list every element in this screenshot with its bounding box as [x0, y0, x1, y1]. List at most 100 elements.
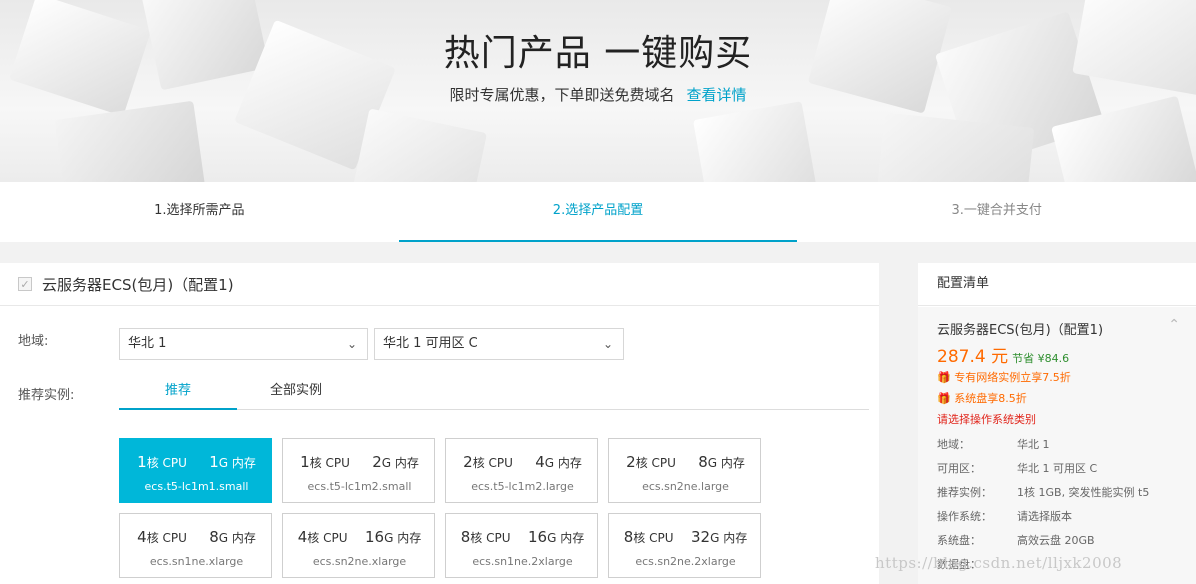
card-mem: 2G 内存 — [372, 453, 419, 471]
watermark: https://blog.csdn.net/lljxk2008 — [875, 554, 1123, 572]
card-spec: 8核 CPU 32G 内存 — [609, 528, 762, 546]
config-panel: ✓ 云服务器ECS(包月)（配置1) 地域: 华北 1 ⌄ 华北 1 可用区 C… — [0, 263, 879, 584]
card-mem: 16G 内存 — [365, 528, 421, 546]
spec-value: 华北 1 可用区 C — [1017, 462, 1098, 475]
chevron-up-icon[interactable]: ⌃ — [1168, 317, 1180, 333]
instance-card[interactable]: 8核 CPU 32G 内存 ecs.sn2ne.2xlarge — [608, 513, 761, 578]
product-title: 云服务器ECS(包月)（配置1) — [42, 275, 234, 294]
card-mem-count: 8 — [698, 453, 708, 471]
decor-cube — [693, 101, 817, 182]
region-select[interactable]: 华北 1 ⌄ — [119, 328, 368, 360]
product-checkbox[interactable]: ✓ — [18, 277, 32, 291]
chevron-down-icon: ⌄ — [602, 337, 613, 351]
price-saving: 节省 ¥84.6 — [1012, 352, 1070, 365]
card-spec: 4核 CPU 8G 内存 — [120, 528, 273, 546]
card-mem-count: 32 — [691, 528, 711, 546]
instance-tabs: 推荐 全部实例 — [119, 376, 869, 410]
card-instance-code: ecs.t5-lc1m2.small — [307, 480, 412, 493]
card-mem-unit: G 内存 — [710, 531, 748, 545]
hero-subtitle-text: 限时专属优惠，下单即送免费域名 — [449, 86, 675, 104]
promo-item: 🎁 系统盘享8.5折 — [937, 390, 1027, 406]
card-cpu-unit: 核 CPU — [472, 456, 513, 470]
card-mem-count: 2 — [372, 453, 382, 471]
card-instance-code: ecs.sn2ne.xlarge — [312, 555, 407, 568]
step-configure-product[interactable]: 2.选择产品配置 — [398, 182, 798, 242]
promo-text: 专有网络实例立享7.5折 — [954, 371, 1071, 384]
card-cpu: 1核 CPU — [137, 453, 187, 471]
region-label: 地域: — [18, 334, 49, 349]
card-cpu: 2核 CPU — [463, 453, 513, 471]
spec-key: 推荐实例： — [937, 486, 992, 499]
instance-card[interactable]: 2核 CPU 4G 内存 ecs.t5-lc1m2.large — [445, 438, 598, 503]
spec-key: 系统盘： — [937, 534, 981, 547]
product-header: ✓ 云服务器ECS(包月)（配置1) — [0, 263, 879, 306]
card-cpu-unit: 核 CPU — [633, 531, 674, 545]
spec-key: 操作系统： — [937, 510, 992, 523]
card-instance-code: ecs.sn2ne.2xlarge — [635, 555, 736, 568]
card-mem-count: 1 — [209, 453, 219, 471]
instance-card[interactable]: 1核 CPU 1G 内存 ecs.t5-lc1m1.small — [119, 438, 272, 503]
tab-all-instances[interactable]: 全部实例 — [237, 376, 355, 410]
summary-price: 287.4 元节省 ¥84.6 — [937, 342, 1069, 367]
view-details-link[interactable]: 查看详情 — [687, 86, 747, 104]
card-cpu-count: 1 — [137, 453, 147, 471]
spec-value: 高效云盘 20GB — [1017, 534, 1095, 547]
card-instance-code: ecs.sn2ne.large — [642, 480, 729, 493]
card-mem-unit: G 内存 — [218, 456, 256, 470]
price-value: 287.4 元 — [937, 347, 1009, 367]
region-select-value: 华北 1 — [128, 336, 167, 351]
card-cpu: 2核 CPU — [626, 453, 676, 471]
gift-icon: 🎁 — [937, 371, 955, 384]
card-cpu: 4核 CPU — [137, 528, 187, 546]
spec-value: 华北 1 — [1017, 438, 1050, 451]
card-mem-count: 16 — [365, 528, 385, 546]
os-warning[interactable]: 请选择操作系统类别 — [937, 411, 1036, 427]
spec-key: 地域： — [937, 438, 970, 451]
hero-banner: 热门产品 一键购买 限时专属优惠，下单即送免费域名 查看详情 — [0, 0, 1196, 182]
spec-value: 请选择版本 — [1017, 510, 1072, 523]
card-cpu-count: 1 — [300, 453, 310, 471]
step-select-product[interactable]: 1.选择所需产品 — [0, 182, 399, 242]
instance-card[interactable]: 4核 CPU 8G 内存 ecs.sn1ne.xlarge — [119, 513, 272, 578]
hero-title: 热门产品 一键购买 — [443, 33, 753, 74]
card-mem: 8G 内存 — [209, 528, 256, 546]
card-cpu-count: 4 — [297, 528, 308, 546]
card-mem-unit: G 内存 — [544, 456, 582, 470]
card-cpu-count: 8 — [460, 528, 471, 546]
card-mem: 4G 内存 — [535, 453, 582, 471]
summary-panel: 配置清单 云服务器ECS(包月)（配置1) ⌃ 287.4 元节省 ¥84.6 … — [918, 263, 1196, 584]
instance-card[interactable]: 2核 CPU 8G 内存 ecs.sn2ne.large — [608, 438, 761, 503]
card-spec: 2核 CPU 8G 内存 — [609, 453, 762, 471]
card-spec: 1核 CPU 1G 内存 — [120, 453, 273, 471]
card-cpu-unit: 核 CPU — [146, 456, 187, 470]
card-cpu: 8核 CPU — [624, 528, 674, 546]
card-cpu-count: 8 — [623, 528, 634, 546]
card-cpu-count: 4 — [137, 528, 147, 546]
summary-body: 云服务器ECS(包月)（配置1) ⌃ 287.4 元节省 ¥84.6 🎁 专有网… — [918, 307, 1196, 584]
card-mem: 32G 内存 — [691, 528, 747, 546]
card-mem-unit: G 内存 — [707, 456, 745, 470]
zone-select-value: 华北 1 可用区 C — [383, 336, 478, 351]
card-mem: 8G 内存 — [698, 453, 745, 471]
step-pay[interactable]: 3.一键合并支付 — [797, 182, 1196, 242]
card-mem-unit: G 内存 — [218, 531, 256, 545]
card-instance-code: ecs.t5-lc1m1.small — [144, 480, 249, 493]
card-cpu-unit: 核 CPU — [635, 456, 676, 470]
card-mem-count: 8 — [209, 528, 219, 546]
instance-card[interactable]: 8核 CPU 16G 内存 ecs.sn1ne.2xlarge — [445, 513, 598, 578]
card-mem-count: 4 — [535, 453, 545, 471]
instance-card[interactable]: 4核 CPU 16G 内存 ecs.sn2ne.xlarge — [282, 513, 435, 578]
zone-select[interactable]: 华北 1 可用区 C ⌄ — [374, 328, 624, 360]
card-mem-count: 16 — [528, 528, 548, 546]
card-instance-code: ecs.sn1ne.xlarge — [149, 555, 244, 568]
instance-card[interactable]: 1核 CPU 2G 内存 ecs.t5-lc1m2.small — [282, 438, 435, 503]
card-cpu: 4核 CPU — [298, 528, 348, 546]
promo-text: 系统盘享8.5折 — [954, 392, 1027, 405]
spec-value: 1核 1GB, 突发性能实例 t5 — [1017, 486, 1150, 499]
tab-recommended[interactable]: 推荐 — [119, 376, 237, 410]
card-cpu-unit: 核 CPU — [307, 531, 348, 545]
card-instance-code: ecs.t5-lc1m2.large — [471, 480, 574, 493]
step-bar: 1.选择所需产品 2.选择产品配置 3.一键合并支付 — [0, 182, 1196, 242]
summary-product: 云服务器ECS(包月)（配置1) — [937, 323, 1104, 338]
instance-label: 推荐实例: — [18, 388, 75, 403]
